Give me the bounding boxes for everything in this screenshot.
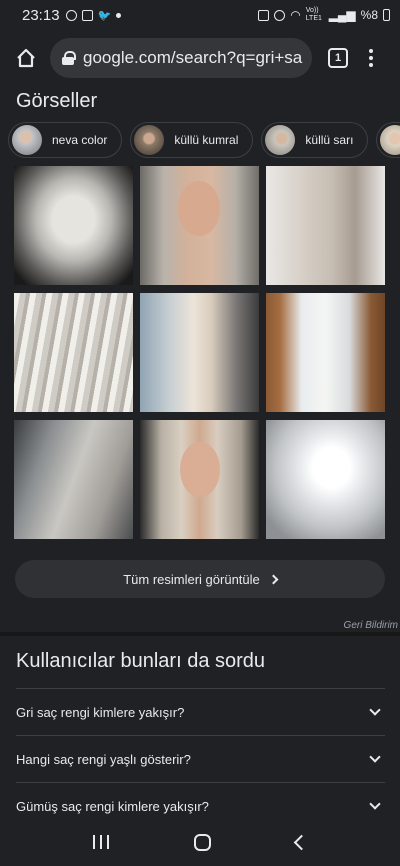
chip-sa[interactable]: sa bbox=[376, 122, 400, 158]
status-time: 23:13 bbox=[22, 6, 60, 24]
chevron-down-icon bbox=[369, 798, 381, 810]
instagram-icon bbox=[65, 9, 77, 21]
question-text: Gri saç rengi kimlere yakışır? bbox=[16, 704, 185, 720]
view-all-images-button[interactable]: Tüm resimleri görüntüle bbox=[15, 560, 385, 598]
chip-label: küllü kumral bbox=[174, 133, 239, 147]
view-all-label: Tüm resimleri görüntüle bbox=[123, 571, 260, 587]
chevron-down-icon bbox=[369, 751, 381, 763]
recent-apps-icon bbox=[99, 835, 102, 849]
home-nav-button[interactable] bbox=[193, 833, 211, 851]
network-label: Vo)) LTE1 bbox=[305, 7, 322, 22]
image-result[interactable] bbox=[140, 293, 259, 412]
browser-toolbar: google.com/search?q=gri+sa 1 bbox=[0, 30, 400, 86]
people-also-ask-title: Kullanıcılar bunları da sordu bbox=[16, 650, 266, 672]
notification-icons: 🐦 bbox=[65, 9, 122, 22]
question-item[interactable]: Hangi saç rengi yaşlı gösterir? bbox=[16, 735, 385, 782]
more-dot-icon bbox=[369, 63, 373, 67]
chip-thumbnail bbox=[265, 125, 296, 155]
battery-icon bbox=[383, 9, 390, 21]
tab-switcher-button[interactable]: 1 bbox=[328, 48, 348, 68]
home-icon bbox=[17, 48, 35, 68]
chip-neva-color[interactable]: neva color bbox=[8, 122, 123, 158]
system-navigation-bar bbox=[0, 818, 400, 866]
face-shape bbox=[178, 181, 220, 236]
lock-icon bbox=[62, 51, 76, 65]
chip-kullu-sari[interactable]: küllü sarı bbox=[261, 122, 369, 158]
twitter-icon: 🐦 bbox=[97, 9, 112, 22]
chip-label: küllü sarı bbox=[305, 133, 354, 147]
more-dot-icon bbox=[369, 49, 373, 53]
chip-label: neva color bbox=[52, 133, 108, 147]
feedback-link[interactable]: Geri Bildirim bbox=[344, 620, 398, 631]
recent-apps-button[interactable] bbox=[92, 835, 109, 849]
image-result[interactable] bbox=[14, 293, 133, 412]
lock-icon bbox=[258, 9, 270, 21]
chip-thumbnail bbox=[134, 125, 165, 155]
image-result[interactable] bbox=[14, 420, 133, 539]
chip-kullu-kumral[interactable]: küllü kumral bbox=[130, 122, 254, 158]
chip-thumbnail bbox=[12, 125, 42, 155]
battery-label: %8 bbox=[360, 8, 378, 22]
people-also-ask-list: Gri saç rengi kimlere yakışır? Hangi saç… bbox=[16, 688, 385, 829]
gallery-icon bbox=[81, 9, 93, 21]
url-text: google.com/search?q=gri+sa bbox=[83, 48, 303, 67]
wifi-icon: ◠ bbox=[290, 8, 301, 22]
chip-thumbnail bbox=[380, 125, 400, 155]
image-result[interactable] bbox=[266, 420, 385, 539]
status-right: ◠ Vo)) LTE1 ▂▄▆ %8 bbox=[258, 7, 390, 23]
more-dot-icon bbox=[369, 56, 373, 60]
images-section-title: Görseller bbox=[16, 90, 98, 112]
face-shape bbox=[180, 442, 220, 497]
related-search-chips: neva color küllü kumral küllü sarı sa bbox=[8, 122, 400, 158]
question-item[interactable]: Gri saç rengi kimlere yakışır? bbox=[16, 688, 385, 735]
more-menu-button[interactable] bbox=[366, 49, 376, 67]
section-divider bbox=[0, 632, 400, 636]
question-text: Gümüş saç rengi kimlere yakışır? bbox=[16, 798, 209, 814]
question-text: Hangi saç rengi yaşlı gösterir? bbox=[16, 751, 191, 767]
recent-apps-icon bbox=[92, 835, 95, 849]
image-result[interactable] bbox=[140, 420, 259, 539]
image-results-grid bbox=[14, 166, 386, 539]
image-result[interactable] bbox=[266, 293, 385, 412]
alarm-icon bbox=[274, 9, 286, 21]
home-button[interactable] bbox=[12, 44, 40, 72]
image-result[interactable] bbox=[266, 166, 385, 285]
chevron-right-icon bbox=[268, 574, 279, 584]
address-bar[interactable]: google.com/search?q=gri+sa bbox=[50, 38, 312, 78]
image-result[interactable] bbox=[140, 166, 259, 285]
status-bar: 23:13 🐦 ◠ Vo)) LTE1 ▂▄▆ %8 bbox=[0, 0, 400, 30]
chevron-down-icon bbox=[369, 704, 381, 716]
signal-icon: ▂▄▆ bbox=[328, 8, 356, 22]
back-button[interactable] bbox=[294, 834, 310, 850]
image-result[interactable] bbox=[14, 166, 133, 285]
recent-apps-icon bbox=[106, 835, 109, 849]
more-notifications-icon bbox=[116, 12, 122, 18]
